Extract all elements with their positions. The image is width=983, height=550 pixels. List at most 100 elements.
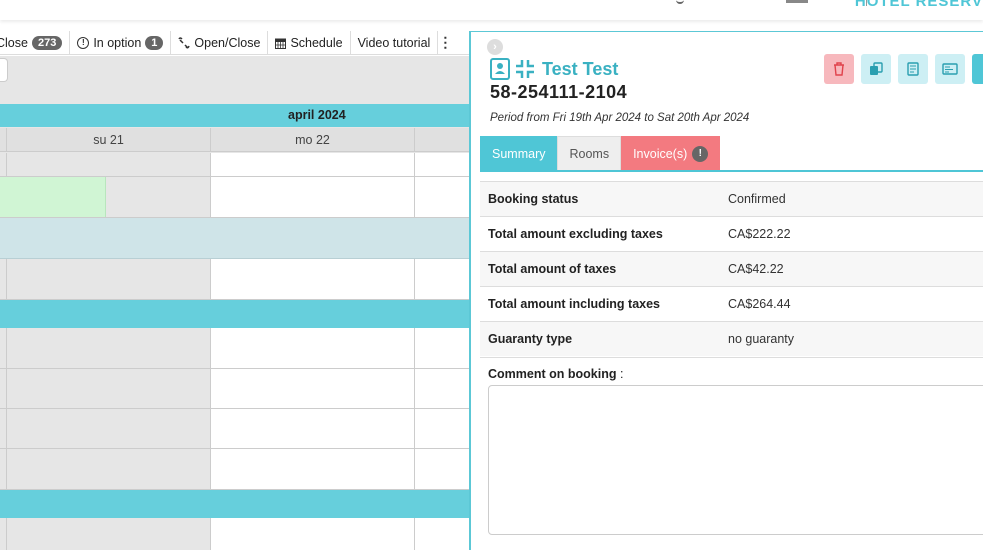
collapse-panel-icon[interactable]: › xyxy=(487,39,503,55)
calendar-row xyxy=(0,259,469,300)
booking-number: 58-254111-2104 xyxy=(490,82,628,102)
info-circle-icon: ! xyxy=(77,36,90,49)
booking-tabs: Summary Rooms Invoice(s) ! xyxy=(480,136,721,171)
calendar-date-input[interactable] xyxy=(0,58,8,82)
unlink-icon xyxy=(178,36,191,49)
comment-textarea[interactable] xyxy=(488,385,983,535)
info-button[interactable]: i xyxy=(972,54,983,84)
summary-value: no guaranty xyxy=(728,332,795,346)
calendar-row xyxy=(0,328,469,369)
calendar-cell[interactable] xyxy=(6,518,210,550)
copy-icon xyxy=(870,62,883,75)
comment-label-text: Comment on booking xyxy=(488,367,617,381)
summary-label: Total amount including taxes xyxy=(488,297,661,311)
calendar-cell[interactable] xyxy=(6,328,210,368)
day-header-cell xyxy=(414,128,469,152)
calendar-cell[interactable] xyxy=(6,409,210,448)
duplicate-button[interactable] xyxy=(861,54,891,84)
close-filter-label: Close xyxy=(0,35,28,50)
tab-invoices[interactable]: Invoice(s) ! xyxy=(621,136,721,171)
summary-row-booking-status: Booking status Confirmed xyxy=(480,181,983,216)
delete-button[interactable] xyxy=(824,54,854,84)
in-option-filter-button[interactable]: ! In option 1 xyxy=(70,30,172,55)
calendar-cell[interactable] xyxy=(210,177,414,217)
calendar-cell[interactable] xyxy=(6,259,210,299)
book-icon xyxy=(907,62,919,76)
calendar-cell[interactable] xyxy=(210,259,414,299)
booking-title: Test Test xyxy=(490,58,618,80)
month-label: april 2024 xyxy=(288,108,346,122)
calendar-cell[interactable] xyxy=(210,518,414,550)
booking-period: Period from Fri 19th Apr 2024 to Sat 20t… xyxy=(490,112,750,124)
calendar-icon xyxy=(275,38,287,49)
month-header: april 2024 xyxy=(0,104,469,127)
tab-rooms[interactable]: Rooms xyxy=(557,136,622,171)
calendar-cell[interactable] xyxy=(414,153,469,176)
room-group-band xyxy=(0,490,469,518)
top-header: HOTEL RESERV xyxy=(0,0,983,20)
guest-name[interactable]: Test Test xyxy=(542,59,618,80)
calendar-row xyxy=(0,409,469,449)
tabs-underline xyxy=(480,170,983,172)
notes-button[interactable] xyxy=(898,54,928,84)
id-card-button[interactable] xyxy=(935,54,965,84)
comment-label: Comment on booking : xyxy=(480,358,983,381)
calendar-cell[interactable] xyxy=(414,177,469,217)
booking-calendar: april 2024 su 21 mo 22 xyxy=(0,56,469,550)
summary-label: Total amount excluding taxes xyxy=(488,227,663,241)
summary-label: Booking status xyxy=(488,192,579,206)
summary-label: Total amount of taxes xyxy=(488,262,617,276)
open-close-label: Open/Close xyxy=(194,35,261,50)
calendar-cell[interactable] xyxy=(414,369,469,408)
summary-value: CA$222.22 xyxy=(728,227,791,241)
brand-logo: HOTEL RESERV xyxy=(854,0,983,10)
summary-value: CA$264.44 xyxy=(728,297,791,311)
merge-icon[interactable] xyxy=(514,58,536,80)
tab-invoices-label: Invoice(s) xyxy=(633,146,688,161)
contact-card-icon[interactable] xyxy=(490,58,510,80)
day-header-mo22: mo 22 xyxy=(210,128,414,152)
calendar-cell[interactable] xyxy=(414,409,469,448)
more-options-icon[interactable]: ⋮ xyxy=(438,34,452,51)
day-header-row: su 21 mo 22 xyxy=(0,128,469,152)
summary-value: Confirmed xyxy=(728,192,786,206)
summary-row-total-excl-taxes: Total amount excluding taxes CA$222.22 xyxy=(480,216,983,251)
calendar-cell[interactable] xyxy=(414,518,469,550)
calendar-cell[interactable] xyxy=(414,328,469,368)
booking-detail-panel: › Test Test 58-254111-2104 Period from F… xyxy=(469,31,983,550)
calendar-cell[interactable] xyxy=(6,449,210,489)
calendar-cell[interactable] xyxy=(414,259,469,299)
calendar-cell[interactable] xyxy=(210,409,414,448)
close-filter-button[interactable]: Close 273 xyxy=(0,30,71,55)
summary-table: Booking status Confirmed Total amount ex… xyxy=(480,181,983,356)
booking-block[interactable] xyxy=(0,177,106,217)
summary-row-total-incl-taxes: Total amount including taxes CA$264.44 xyxy=(480,286,983,321)
trash-icon xyxy=(834,62,844,76)
schedule-button[interactable]: Schedule xyxy=(268,30,351,55)
summary-label: Guaranty type xyxy=(488,332,573,346)
calendar-cell[interactable] xyxy=(6,153,210,176)
room-type-band xyxy=(0,218,469,259)
summary-row-total-taxes: Total amount of taxes CA$42.22 xyxy=(480,251,983,286)
video-tutorial-button[interactable]: Video tutorial xyxy=(351,30,439,55)
calendar-cell[interactable] xyxy=(210,153,414,176)
warning-icon: ! xyxy=(692,146,709,162)
calendar-cell[interactable] xyxy=(6,369,210,408)
calendar-row xyxy=(0,518,469,550)
calendar-cell[interactable] xyxy=(210,328,414,368)
calendar-cell[interactable] xyxy=(414,449,469,489)
in-option-label: In option xyxy=(93,35,142,50)
calendar-cell[interactable] xyxy=(210,369,414,408)
in-option-count-badge: 1 xyxy=(145,35,164,50)
header-icon[interactable] xyxy=(676,0,684,4)
id-card-icon xyxy=(942,63,958,75)
summary-value: CA$42.22 xyxy=(728,262,784,276)
calendar-cell[interactable] xyxy=(210,449,414,489)
header-icon[interactable] xyxy=(786,0,808,3)
booking-actions: i xyxy=(824,54,983,84)
room-group-band xyxy=(0,300,469,328)
close-count-badge: 273 xyxy=(31,35,63,50)
open-close-button[interactable]: Open/Close xyxy=(171,30,269,55)
comment-section: Comment on booking : xyxy=(480,357,983,535)
tab-summary[interactable]: Summary xyxy=(480,136,558,171)
